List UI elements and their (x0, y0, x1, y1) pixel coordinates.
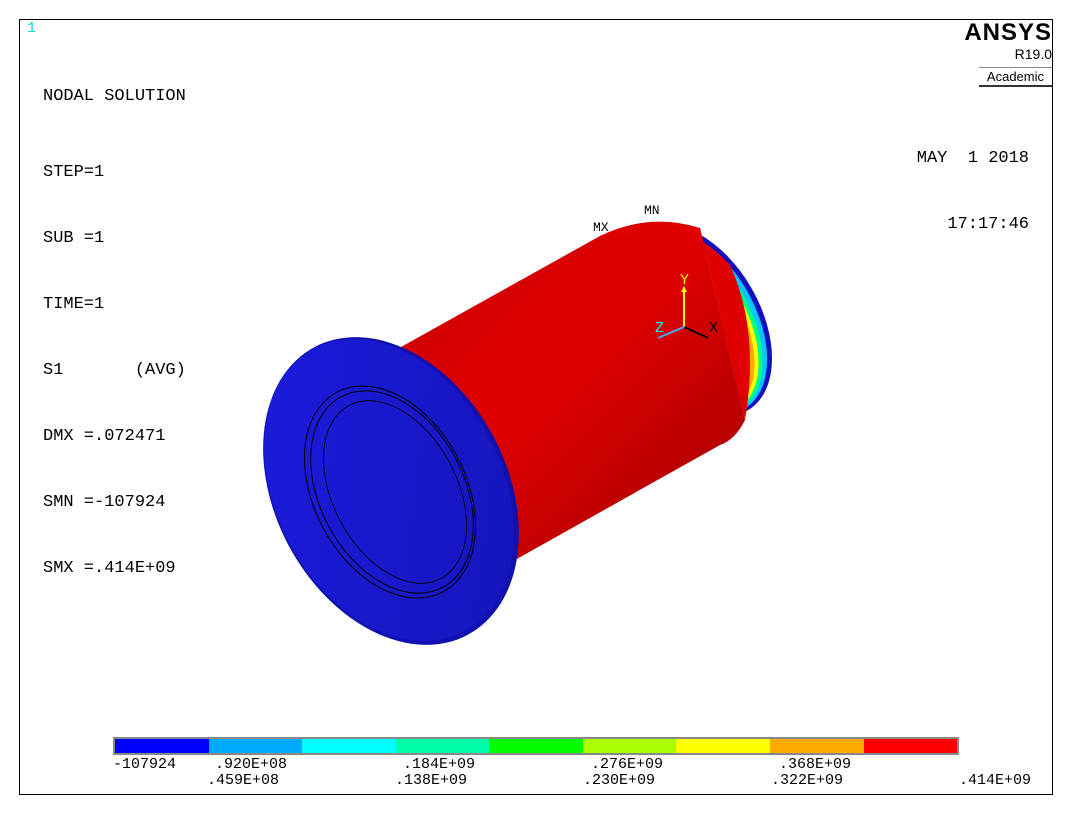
colorbar-label-top: .184E+09 (403, 756, 476, 773)
colorbar-label-top: .368E+09 (779, 756, 852, 773)
colorbar-segment (115, 739, 209, 753)
colorbar-segment (302, 739, 396, 753)
colorbar-label-bottom: .414E+09 (959, 772, 1032, 789)
colorbar-label-top: .276E+09 (591, 756, 664, 773)
colorbar-segment (769, 739, 864, 753)
colorbar-segment (676, 739, 770, 753)
triad-x-label: X (709, 320, 718, 337)
colorbar-segment (208, 739, 303, 753)
colorbar-label-bottom: .459E+08 (207, 772, 280, 789)
colorbar-label-bottom: .322E+09 (771, 772, 844, 789)
colorbar-label-bottom: .230E+09 (583, 772, 656, 789)
colorbar-label-top: .920E+08 (215, 756, 288, 773)
min-label: MN (644, 203, 660, 218)
max-label: MX (593, 220, 609, 235)
triad-z-label: Z (655, 320, 664, 337)
colorbar-label-top: -107924 (113, 756, 177, 773)
colorbar-label-bottom: .138E+09 (395, 772, 468, 789)
colorbar-segment (395, 739, 490, 753)
model-viewport[interactable]: MN MX Y X Z (0, 0, 1086, 818)
colorbar-segment (489, 739, 583, 753)
colorbar-segment (863, 739, 958, 753)
colorbar-segment (582, 739, 677, 753)
triad-y-label: Y (680, 272, 689, 289)
contour-colorbar (113, 737, 959, 755)
